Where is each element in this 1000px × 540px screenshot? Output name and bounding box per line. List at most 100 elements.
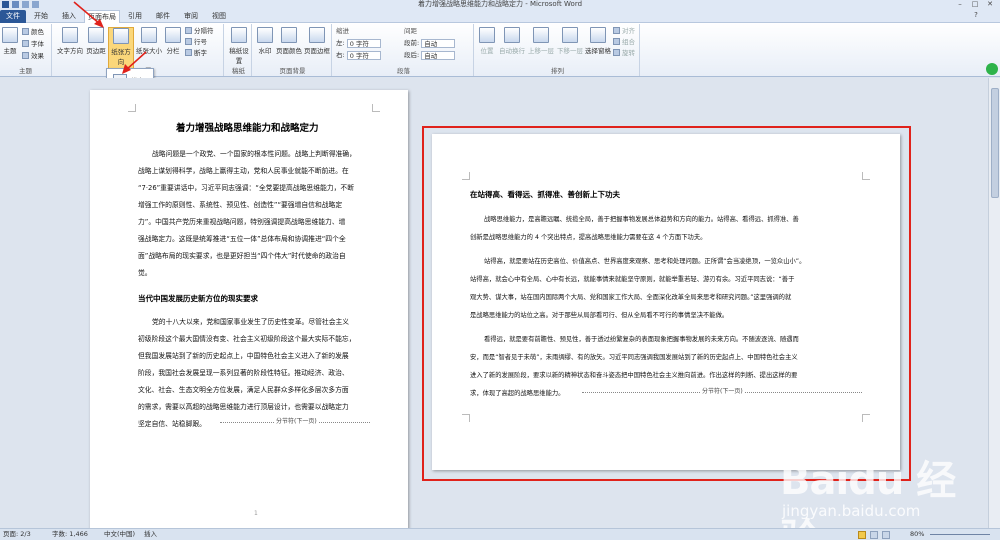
selection-pane-button[interactable]: 选择窗格	[585, 27, 611, 63]
text-line: 的需求，需要以高超的战略思维能力进行顶层设计，也需要以战略定力	[138, 403, 349, 411]
close-button[interactable]: ✕	[984, 0, 996, 9]
text-line: 战略上谋划得科学，战略上赢得主动，党和人民事业就能不断前进。在	[138, 167, 349, 175]
colors-button[interactable]: 颜色	[22, 28, 44, 37]
send-backward-label: 下移一层	[557, 47, 583, 55]
margins-button[interactable]: 页边距	[85, 27, 107, 63]
bring-forward-label: 上移一层	[528, 47, 554, 55]
tab-mailings[interactable]: 邮件	[150, 10, 176, 23]
watermark: Baidu 经验 jingyan.baidu.com	[760, 444, 990, 540]
text-line: 但我国发展站到了新的历史起点上，中国特色社会主义进入了新的发展	[138, 352, 349, 360]
full-screen-icon[interactable]	[870, 531, 878, 539]
position-label: 位置	[480, 47, 494, 55]
arrow-to-tab-icon	[73, 1, 104, 28]
effects-button[interactable]: 效果	[22, 52, 44, 61]
page-color-button[interactable]: 页面颜色	[276, 27, 302, 63]
indent-right-input[interactable]: 0 字符	[346, 51, 381, 60]
zoom-level[interactable]: 80%	[910, 529, 924, 540]
page-1[interactable]: 着力增强战略思维能力和战略定力 战略问题是一个政党、一个国家的根本性问题。战略上…	[90, 90, 408, 536]
text-line: 坚定自信、站稳脚跟。	[138, 420, 206, 428]
colors-label: 颜色	[31, 28, 44, 36]
text-line: 初级阶段这个最大国情没有变、社会主义初级阶段这个最大实际不能忘，	[138, 335, 356, 343]
send-backward-button[interactable]: 下移一层	[556, 27, 584, 63]
group-objects-button[interactable]: 组合	[613, 38, 635, 47]
tab-references[interactable]: 引用	[122, 10, 148, 23]
text-line: 增强工作的原则性、系统性、预见性、创造性”“要强增自信和战略定	[138, 201, 343, 209]
wrap-text-button[interactable]: 自动换行	[498, 27, 526, 63]
line-numbers-icon	[185, 38, 192, 45]
zoom-slider[interactable]	[930, 534, 990, 535]
fonts-icon	[22, 40, 29, 47]
watermark-button[interactable]: 水印	[255, 27, 275, 63]
text-line: 强战略定力。这既是统筹推进“五位一体”总体布局和协调推进“四个全	[138, 235, 346, 243]
hyphenation-button[interactable]: 断字	[185, 49, 207, 58]
columns-icon	[165, 27, 181, 43]
page-borders-button[interactable]: 页面边框	[304, 27, 330, 63]
rotate-label: 旋转	[622, 49, 635, 57]
wrap-text-label: 自动换行	[499, 47, 525, 55]
page-borders-label: 页面边框	[304, 47, 330, 55]
paper-size-icon	[141, 27, 157, 43]
theme-button[interactable]: 主题	[1, 27, 19, 63]
group-page-background: 水印 页面颜色 页面边框 页面背景	[254, 24, 332, 76]
status-circle-icon[interactable]	[986, 63, 998, 75]
status-page[interactable]: 页面: 2/3	[3, 529, 31, 540]
draft-label: 稿纸设置	[229, 47, 249, 65]
fonts-button[interactable]: 字体	[22, 40, 44, 49]
position-button[interactable]: 位置	[477, 27, 497, 63]
status-words[interactable]: 字数: 1,466	[52, 529, 88, 540]
status-bar: 页面: 2/3 字数: 1,466 中文(中国) 插入 80%	[0, 528, 1000, 540]
tab-file[interactable]: 文件	[0, 10, 26, 23]
spacing-before-label: 段前:	[404, 39, 420, 47]
tab-review[interactable]: 审阅	[178, 10, 204, 23]
theme-label: 主题	[3, 47, 17, 55]
text-line: 面”战略布局的现实要求，也是更好担当“四个伟大”时代使命的政治自	[138, 252, 346, 260]
scrollbar-thumb[interactable]	[991, 88, 999, 198]
spacing-after-input[interactable]: 自动	[421, 51, 456, 60]
theme-icon	[2, 27, 18, 43]
print-layout-icon[interactable]	[858, 531, 866, 539]
page-footer-mark: 1	[254, 510, 258, 517]
tab-home[interactable]: 开始	[28, 10, 54, 23]
page1-title: 着力增强战略思维能力和战略定力	[176, 123, 319, 134]
minimize-button[interactable]: –	[954, 0, 966, 9]
group-label-page-background: 页面背景	[279, 67, 306, 75]
effects-icon	[22, 52, 29, 59]
columns-button[interactable]: 分栏	[163, 27, 183, 63]
text-direction-button[interactable]: 文字方向	[56, 27, 84, 63]
window-title: 着力增强战略思维能力和战略定力 - Microsoft Word	[417, 0, 583, 8]
hyphenation-label: 断字	[194, 49, 207, 57]
text-direction-label: 文字方向	[57, 47, 83, 55]
breaks-button[interactable]: 分隔符	[185, 27, 214, 36]
selection-pane-label: 选择窗格	[585, 47, 611, 55]
indent-right: 右: 0 字符	[336, 51, 381, 60]
group-label-arrange: 排列	[551, 67, 564, 75]
bring-forward-button[interactable]: 上移一层	[527, 27, 555, 63]
maximize-button[interactable]: □	[969, 0, 981, 9]
title-bar: 着力增强战略思维能力和战略定力 - Microsoft Word – □ ✕	[0, 0, 1000, 9]
draft-settings-button[interactable]: 稿纸设置	[227, 27, 251, 65]
align-button[interactable]: 对齐	[613, 27, 635, 36]
corner-mark	[128, 104, 136, 112]
align-label: 对齐	[622, 27, 635, 35]
indent-right-label: 右:	[336, 51, 345, 59]
rotate-icon	[613, 49, 620, 56]
ribbon-tabs: 文件 开始 插入 页面布局 引用 邮件 审阅 视图 ?	[0, 9, 1000, 23]
rotate-button[interactable]: 旋转	[613, 49, 635, 58]
line-numbers-button[interactable]: 行号	[185, 38, 207, 47]
page-color-label: 页面颜色	[276, 47, 302, 55]
selection-pane-icon	[590, 27, 606, 43]
watermark-label: 水印	[258, 47, 272, 55]
help-icon[interactable]: ?	[970, 11, 982, 20]
status-language[interactable]: 中文(中国)	[104, 529, 135, 540]
group-icon	[613, 38, 620, 45]
web-layout-icon[interactable]	[882, 531, 890, 539]
text-line: 战略问题是一个政党、一个国家的根本性问题。战略上判断得准确，	[152, 150, 356, 158]
group-paragraph: 缩进 左: 0 字符 右: 0 字符 间距 段前: 自动 段后: 自动 段落	[334, 24, 474, 76]
page-borders-icon	[309, 27, 325, 43]
spacing-before-input[interactable]: 自动	[421, 39, 456, 48]
status-mode[interactable]: 插入	[144, 529, 157, 540]
columns-label: 分栏	[166, 47, 180, 55]
indent-left-input[interactable]: 0 字符	[346, 39, 381, 48]
tab-view[interactable]: 视图	[206, 10, 232, 23]
fonts-label: 字体	[31, 40, 44, 48]
